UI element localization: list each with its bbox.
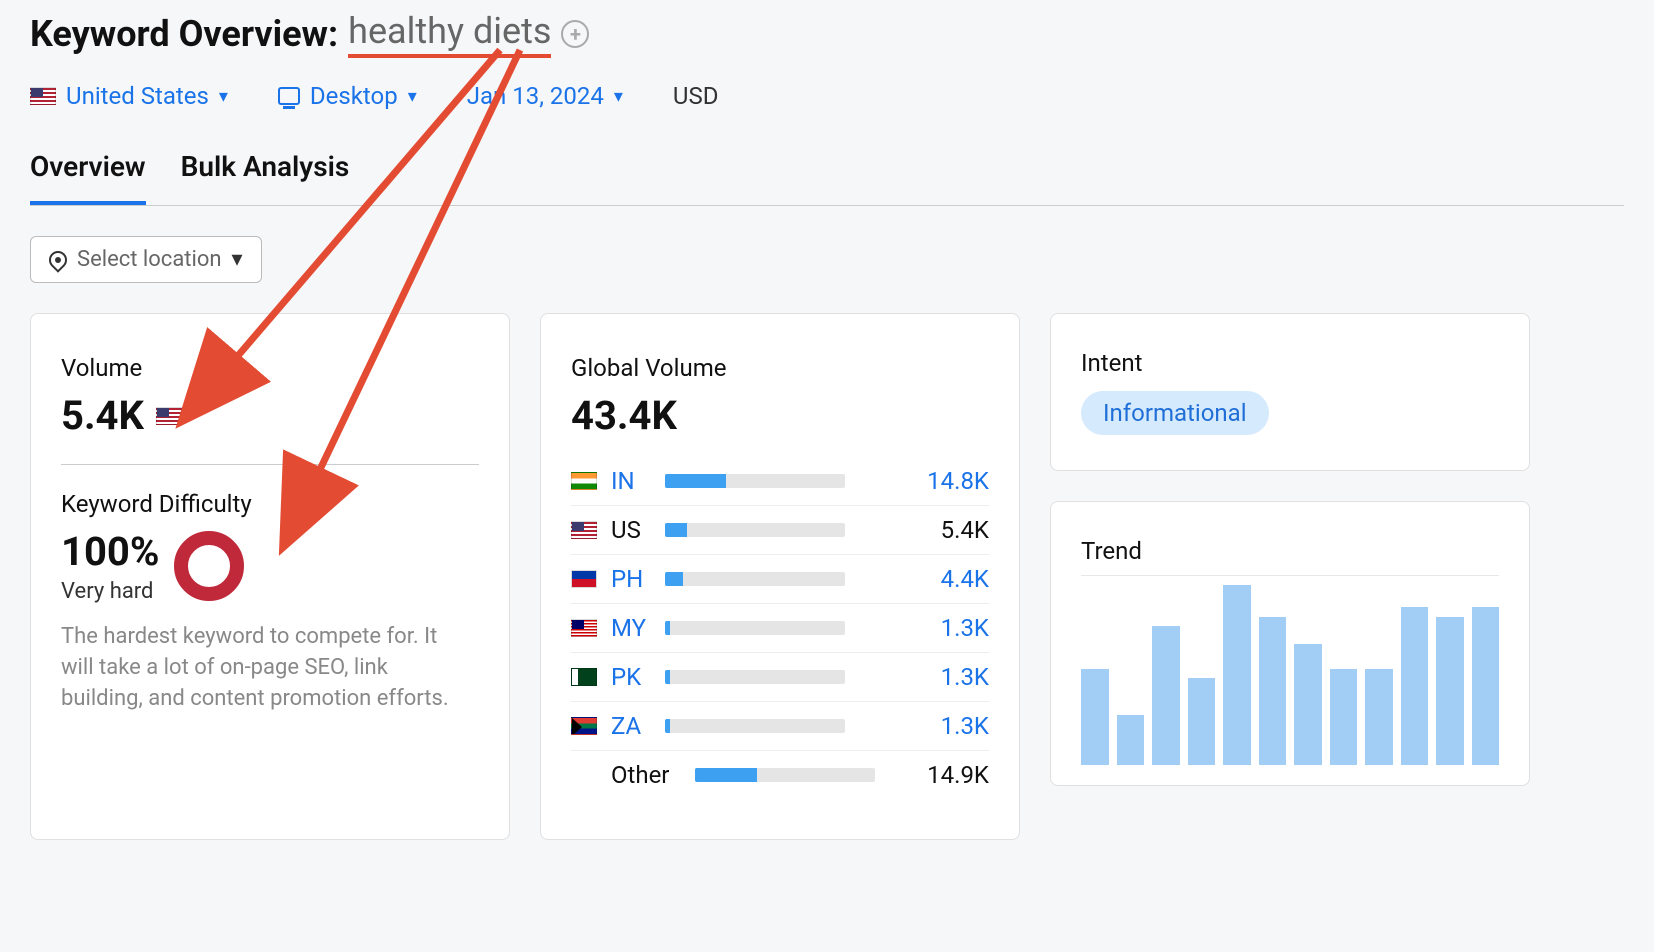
volume-bar: [665, 523, 845, 537]
country-code[interactable]: PK: [611, 663, 651, 691]
date-label: Jan 13, 2024: [467, 82, 604, 110]
country-selector[interactable]: United States ▾: [30, 82, 228, 110]
trend-bar: [1259, 617, 1287, 765]
difficulty-label: Keyword Difficulty: [61, 490, 479, 518]
volume-label: Volume: [61, 354, 479, 382]
global-volume-total: 43.4K: [571, 392, 677, 439]
global-volume-row: IN 14.8K: [571, 457, 989, 506]
us-flag-icon: [156, 407, 182, 425]
trend-bar: [1472, 607, 1500, 765]
global-volume-row: MY 1.3K: [571, 604, 989, 653]
pk-flag-icon: [571, 668, 597, 686]
tab-overview[interactable]: Overview: [30, 150, 146, 205]
chevron-down-icon: ▾: [614, 86, 623, 107]
volume-difficulty-card: Volume 5.4K Keyword Difficulty 100% Very…: [30, 313, 510, 840]
global-volume-row: ZA 1.3K: [571, 702, 989, 751]
page-title-prefix: Keyword Overview:: [30, 13, 338, 55]
chevron-down-icon: ▾: [232, 247, 243, 272]
trend-bar: [1117, 715, 1145, 765]
trend-bar: [1081, 669, 1109, 765]
country-code: US: [611, 516, 651, 544]
trend-label: Trend: [1081, 537, 1499, 565]
tab-bulk-analysis[interactable]: Bulk Analysis: [181, 150, 350, 205]
trend-chart: [1081, 585, 1499, 765]
ph-flag-icon: [571, 570, 597, 588]
global-volume-row: PK 1.3K: [571, 653, 989, 702]
chevron-down-icon: ▾: [408, 86, 417, 107]
us-flag-icon: [30, 87, 56, 105]
global-volume-row-other: Other 14.9K: [571, 751, 989, 799]
volume-bar: [665, 621, 845, 635]
difficulty-level: Very hard: [61, 579, 159, 604]
volume-bar: [665, 474, 845, 488]
global-volume-card: Global Volume 43.4K IN 14.8K US 5.4K PH 4.4K M…: [540, 313, 1020, 840]
za-flag-icon: [571, 717, 597, 735]
country-code[interactable]: ZA: [611, 712, 651, 740]
country-volume[interactable]: 1.3K: [899, 614, 989, 642]
country-volume: 5.4K: [899, 516, 989, 544]
volume-bar: [665, 572, 845, 586]
in-flag-icon: [571, 472, 597, 490]
trend-bar: [1223, 585, 1251, 765]
difficulty-description: The hardest keyword to compete for. It w…: [61, 622, 461, 714]
volume-bar: [665, 719, 845, 733]
trend-bar: [1152, 626, 1180, 765]
country-volume[interactable]: 14.8K: [899, 467, 989, 495]
country-volume[interactable]: 1.3K: [899, 712, 989, 740]
intent-label: Intent: [1081, 349, 1499, 377]
other-volume: 14.9K: [899, 761, 989, 789]
country-code[interactable]: IN: [611, 467, 651, 495]
global-volume-row: US 5.4K: [571, 506, 989, 555]
country-volume[interactable]: 1.3K: [899, 663, 989, 691]
global-volume-row: PH 4.4K: [571, 555, 989, 604]
trend-card: Trend: [1050, 501, 1530, 786]
location-selector[interactable]: Select location ▾: [30, 236, 262, 283]
country-code[interactable]: MY: [611, 614, 651, 642]
trend-bar: [1365, 669, 1393, 765]
global-volume-label: Global Volume: [571, 354, 989, 382]
chevron-down-icon: ▾: [219, 86, 228, 107]
country-code[interactable]: PH: [611, 565, 651, 593]
trend-bar: [1330, 669, 1358, 765]
intent-card: Intent Informational: [1050, 313, 1530, 471]
device-selector[interactable]: Desktop ▾: [278, 82, 417, 110]
my-flag-icon: [571, 619, 597, 637]
add-keyword-button[interactable]: +: [561, 20, 589, 48]
volume-value: 5.4K: [61, 392, 144, 439]
currency-label: USD: [673, 82, 719, 110]
desktop-icon: [278, 87, 300, 105]
difficulty-percent: 100%: [61, 528, 159, 575]
keyword-text: healthy diets: [348, 10, 551, 58]
trend-bar: [1294, 644, 1322, 765]
volume-bar: [695, 768, 875, 782]
us-flag-icon: [571, 521, 597, 539]
other-label: Other: [611, 761, 681, 789]
device-label: Desktop: [310, 82, 398, 110]
country-label: United States: [66, 82, 209, 110]
date-selector[interactable]: Jan 13, 2024 ▾: [467, 82, 623, 110]
country-volume[interactable]: 4.4K: [899, 565, 989, 593]
location-placeholder: Select location: [77, 247, 222, 272]
difficulty-ring-icon: [174, 531, 244, 601]
trend-bar: [1436, 617, 1464, 765]
trend-bar: [1401, 607, 1429, 765]
trend-bar: [1188, 678, 1216, 765]
intent-badge[interactable]: Informational: [1081, 391, 1269, 435]
volume-bar: [665, 670, 845, 684]
location-pin-icon: [45, 247, 70, 272]
